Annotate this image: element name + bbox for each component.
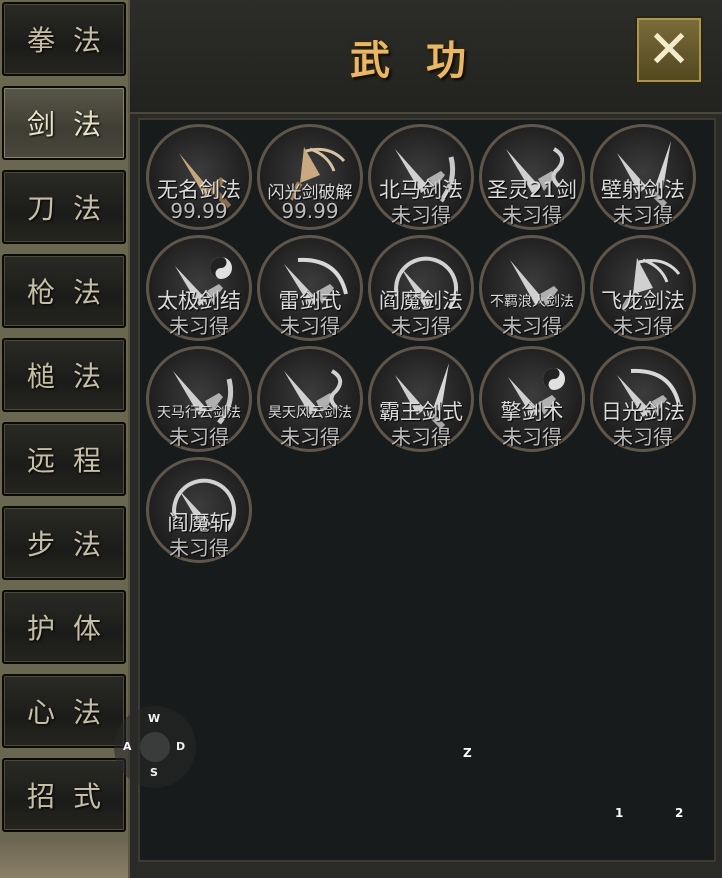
tab-quanfa[interactable]: 拳法: [2, 2, 126, 76]
skill-level: 未习得: [391, 314, 451, 338]
tab-daofa[interactable]: 刀法: [2, 170, 126, 244]
tab-yuancheng[interactable]: 远程: [2, 422, 126, 496]
tab-label: 剑法: [26, 108, 119, 141]
tab-qiangfa[interactable]: 枪法: [2, 254, 126, 328]
skill-level: 未习得: [391, 425, 451, 449]
close-button[interactable]: ✕: [635, 16, 703, 84]
skill-level: 未习得: [613, 314, 673, 338]
tab-xinfa[interactable]: 心法: [2, 674, 126, 748]
skill-name: 不羁浪人剑法: [490, 294, 574, 310]
tab-huti[interactable]: 护体: [2, 590, 126, 664]
tab-bufa[interactable]: 步法: [2, 506, 126, 580]
tab-chuifa[interactable]: 槌法: [2, 338, 126, 412]
skill-item[interactable]: 阎魔斩 未习得: [146, 457, 252, 563]
joystick-left-key: A: [123, 740, 132, 753]
panel-header: 武功 ✕: [130, 0, 722, 114]
tab-label: 拳法: [26, 24, 119, 57]
skill-item[interactable]: 壁射剑法 未习得: [590, 124, 696, 230]
hotkey-2[interactable]: 2: [675, 806, 683, 820]
skill-item[interactable]: 天马行云剑法 未习得: [146, 346, 252, 452]
skill-item[interactable]: 飞龙剑法 未习得: [590, 235, 696, 341]
tab-jianfa[interactable]: 剑法: [2, 86, 126, 160]
skill-level: 未习得: [169, 425, 229, 449]
skill-level: 未习得: [613, 425, 673, 449]
skill-level: 99.99: [281, 199, 339, 223]
skill-level: 未习得: [502, 425, 562, 449]
tab-label: 心法: [26, 696, 119, 729]
skill-item[interactable]: 日光剑法 未习得: [590, 346, 696, 452]
skill-item[interactable]: 无名剑法 99.99: [146, 124, 252, 230]
tab-label: 远程: [26, 444, 119, 477]
skill-item[interactable]: 闪光剑破解 99.99: [257, 124, 363, 230]
skill-item[interactable]: 北马剑法 未习得: [368, 124, 474, 230]
panel-title: 武功: [350, 37, 502, 84]
skill-item[interactable]: 雷剑式 未习得: [257, 235, 363, 341]
skill-level: 99.99: [170, 199, 228, 223]
skill-level: 未习得: [391, 203, 451, 227]
skill-item[interactable]: 霸王剑式 未习得: [368, 346, 474, 452]
skill-grid: 无名剑法 99.99 闪光剑破解 99.99 北马剑法 未习得 圣灵21剑 未习…: [138, 118, 716, 862]
close-x-icon: ✕: [647, 20, 691, 80]
joystick-down-key: S: [150, 766, 158, 779]
category-tabs: 拳法 剑法 刀法 枪法 槌法 远程 步法 护体 心法 招式: [0, 0, 130, 878]
ground-strip: [0, 842, 130, 878]
skill-item[interactable]: 圣灵21剑 未习得: [479, 124, 585, 230]
skill-level: 未习得: [613, 203, 673, 227]
tab-zhaoshi[interactable]: 招式: [2, 758, 126, 832]
tab-label: 槌法: [26, 360, 119, 393]
tab-label: 枪法: [26, 276, 119, 309]
tab-label: 刀法: [26, 192, 119, 225]
tab-label: 招式: [26, 780, 119, 813]
skill-level: 未习得: [169, 314, 229, 338]
joystick-up-key: W: [148, 712, 161, 725]
joystick-knob[interactable]: [140, 732, 170, 762]
skills-panel: 武功 ✕ 无名剑法 99.99 闪光剑破解 99.99 北马剑法 未习得 圣灵2…: [128, 0, 722, 878]
hotkey-z[interactable]: Z: [463, 746, 472, 760]
hotkey-1[interactable]: 1: [615, 806, 623, 820]
skill-level: 未习得: [169, 536, 229, 560]
skill-level: 未习得: [280, 314, 340, 338]
skill-level: 未习得: [502, 203, 562, 227]
skill-item[interactable]: 擎剑术 未习得: [479, 346, 585, 452]
joystick-right-key: D: [176, 740, 186, 753]
skill-item[interactable]: 昊天风云剑法 未习得: [257, 346, 363, 452]
skill-name: 昊天风云剑法: [268, 405, 352, 421]
skill-level: 未习得: [280, 425, 340, 449]
skill-item[interactable]: 太极剑结 未习得: [146, 235, 252, 341]
skill-item[interactable]: 不羁浪人剑法 未习得: [479, 235, 585, 341]
skill-item[interactable]: 阎魔剑法 未习得: [368, 235, 474, 341]
skill-level: 未习得: [502, 314, 562, 338]
skill-name: 天马行云剑法: [157, 405, 241, 421]
tab-label: 步法: [26, 528, 119, 561]
tab-label: 护体: [26, 612, 119, 645]
